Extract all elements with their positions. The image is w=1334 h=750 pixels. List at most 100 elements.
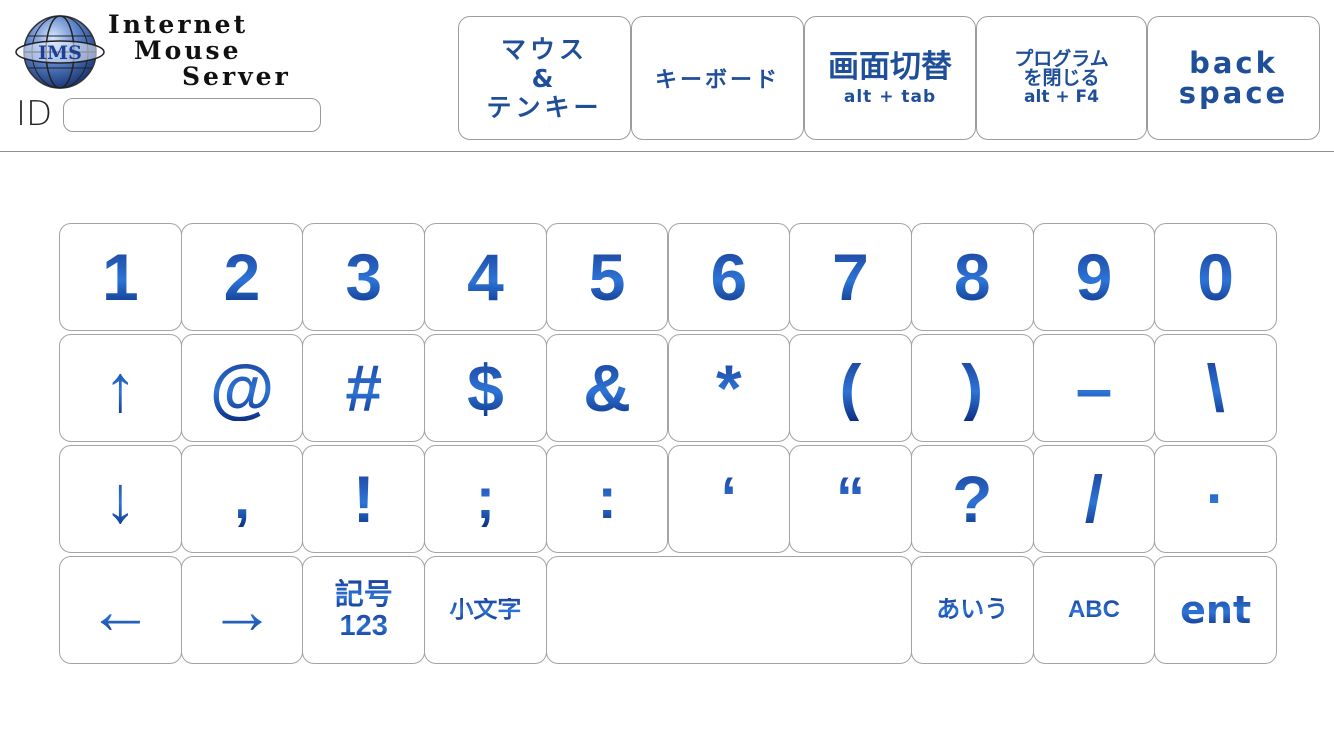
at-key-label: @ [209, 351, 275, 425]
backslash-key[interactable]: \ [1154, 334, 1277, 442]
abc-key[interactable]: ABC [1032, 556, 1156, 664]
hash-key[interactable]: # [302, 334, 426, 442]
lowercase-key-label: 小文字 [449, 596, 522, 623]
key-3-label: 3 [345, 240, 383, 314]
key-0-label: 0 [1197, 240, 1234, 314]
hash-key-label: # [345, 351, 383, 425]
dash-key[interactable]: – [1032, 334, 1156, 442]
colon-key-label: : [597, 466, 617, 531]
key-8-label: 8 [953, 240, 991, 314]
arrow-left-key-label: ← [87, 573, 154, 647]
key-5[interactable]: 5 [545, 223, 669, 331]
dollar-key[interactable]: $ [424, 334, 547, 442]
enter-key-label: ent [1180, 588, 1252, 632]
arrow-up-key[interactable]: ↑ [59, 334, 182, 442]
key-0[interactable]: 0 [1154, 223, 1277, 331]
double-quote-key[interactable]: “ [789, 445, 912, 553]
mouse-tenkey-label-1: マウス [500, 34, 588, 64]
question-key-label: ? [952, 462, 993, 536]
hiragana-key-label: あいう [936, 596, 1009, 623]
asterisk-key[interactable]: * [667, 334, 791, 442]
symbols-123-key-label: 123 [339, 610, 388, 642]
switch-window-label: 画面切替 [828, 49, 952, 85]
exclamation-key[interactable]: ! [302, 445, 426, 553]
mouse-tenkey-button[interactable]: マウス & テンキー [458, 16, 631, 140]
backslash-key-label: \ [1206, 351, 1225, 425]
ampersand-key[interactable]: & [545, 334, 669, 442]
comma-key-label: , [233, 466, 251, 531]
close-paren-key-label: ) [961, 351, 984, 425]
close-program-button[interactable]: プログラム を閉じる alt + F4 [976, 16, 1147, 140]
key-7[interactable]: 7 [789, 223, 912, 331]
open-paren-key[interactable]: ( [789, 334, 912, 442]
key-8[interactable]: 8 [910, 223, 1034, 331]
backspace-label-1: back [1189, 46, 1278, 80]
key-9[interactable]: 9 [1032, 223, 1156, 331]
arrow-up-key-label: ↑ [103, 351, 137, 425]
logo-badge-text: IMS [38, 42, 82, 64]
key-1-label: 1 [101, 240, 139, 314]
key-7-label: 7 [832, 240, 869, 314]
dollar-key-label: $ [467, 351, 504, 425]
arrow-down-key[interactable]: ↓ [59, 445, 182, 553]
space-key[interactable] [545, 556, 912, 664]
slash-key[interactable]: / [1032, 445, 1156, 553]
id-label: ID [16, 94, 53, 134]
slash-key-label: / [1084, 462, 1104, 536]
app-logo: IMS Internet Mouse Server [14, 12, 364, 94]
keyboard-button[interactable]: キーボード [631, 16, 804, 140]
key-3[interactable]: 3 [302, 223, 426, 331]
single-quote-key[interactable]: ‘ [667, 445, 791, 553]
switch-window-button[interactable]: 画面切替 alt + tab [804, 16, 976, 140]
logo-line-server: Server [182, 62, 291, 91]
mouse-tenkey-label-2: & [531, 63, 558, 93]
logo-line-internet: Internet [108, 10, 249, 39]
close-program-label-2: を閉じる [1023, 67, 1100, 89]
comma-key[interactable]: , [180, 445, 304, 553]
exclamation-key-label: ! [352, 462, 375, 536]
single-quote-key-label: ‘ [720, 466, 737, 531]
question-key[interactable]: ? [910, 445, 1034, 553]
hiragana-key[interactable]: あいう [910, 556, 1034, 664]
backspace-label-2: space [1178, 76, 1289, 110]
mouse-tenkey-label-3: テンキー [486, 92, 603, 122]
symbols-123-key[interactable]: 記号 123 [302, 556, 426, 664]
key-1[interactable]: 1 [59, 223, 182, 331]
key-5-label: 5 [588, 240, 626, 314]
key-6-label: 6 [710, 240, 748, 314]
key-4-label: 4 [467, 240, 504, 314]
arrow-down-key-label: ↓ [103, 462, 137, 536]
id-input[interactable] [63, 98, 321, 132]
ampersand-key-label: & [583, 351, 631, 425]
arrow-left-key[interactable]: ← [59, 556, 182, 664]
keyboard-button-label: キーボード [654, 68, 780, 93]
arrow-right-key[interactable]: → [180, 556, 304, 664]
open-paren-key-label: ( [839, 351, 862, 425]
middle-dot-key[interactable]: · [1154, 445, 1277, 553]
symbols-123-key-label: 記号 [334, 579, 393, 611]
arrow-right-key-label: → [209, 573, 276, 647]
switch-window-shortcut: alt + tab [843, 87, 937, 107]
asterisk-key-label: * [716, 351, 742, 425]
key-4[interactable]: 4 [424, 223, 547, 331]
semicolon-key-label: ; [475, 466, 496, 531]
dash-key-label: – [1075, 351, 1113, 425]
key-2[interactable]: 2 [180, 223, 304, 331]
logo-line-mouse: Mouse [134, 36, 242, 65]
close-program-shortcut: alt + F4 [1024, 87, 1099, 107]
lowercase-key[interactable]: 小文字 [424, 556, 547, 664]
middle-dot-key-label: · [1205, 466, 1226, 531]
header-divider [0, 151, 1334, 152]
globe-logo-icon: IMS [15, 15, 105, 89]
semicolon-key[interactable]: ; [424, 445, 547, 553]
at-key[interactable]: @ [180, 334, 304, 442]
double-quote-key-label: “ [836, 466, 866, 531]
colon-key[interactable]: : [545, 445, 669, 553]
close-paren-key[interactable]: ) [910, 334, 1034, 442]
key-2-label: 2 [223, 240, 261, 314]
key-6[interactable]: 6 [667, 223, 791, 331]
enter-key[interactable]: ent [1154, 556, 1277, 664]
abc-key-label: ABC [1067, 596, 1120, 623]
backspace-button[interactable]: back space [1147, 16, 1320, 140]
ims-keyboard-screen: IMS Internet Mouse Server ID マウス & テンキー … [0, 0, 1334, 750]
